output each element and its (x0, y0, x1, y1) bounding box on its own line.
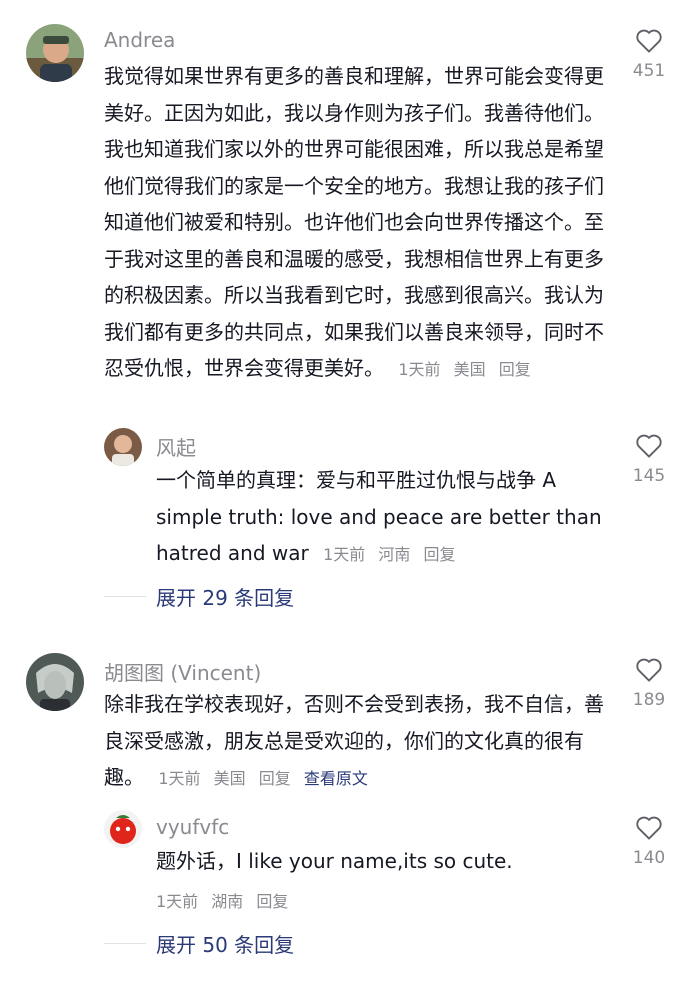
heart-outline-icon[interactable] (614, 28, 684, 53)
like-count: 451 (632, 61, 666, 81)
comment-time: 1天前 (398, 360, 441, 379)
expand-replies-button[interactable]: 展开 50 条回复 (104, 929, 294, 958)
heart-outline-icon[interactable] (614, 815, 684, 840)
comment-meta: 1天前 湖南 回复 (156, 888, 288, 912)
reply-button[interactable]: 回复 (256, 892, 288, 911)
comment-text: 我觉得如果世界有更多的善良和理解，世界可能会变得更美好。正因为如此，我以身作则为… (104, 64, 604, 380)
heart-outline-icon[interactable] (614, 657, 684, 682)
divider-line (104, 596, 146, 597)
expand-replies-button[interactable]: 展开 29 条回复 (104, 582, 294, 611)
like-count: 189 (632, 690, 666, 710)
comment-time: 1天前 (158, 769, 201, 788)
reply-button[interactable]: 回复 (423, 545, 455, 564)
comment-username[interactable]: 风起 (156, 432, 196, 461)
comment-location: 湖南 (211, 892, 244, 911)
comment-time: 1天前 (156, 892, 199, 911)
comment-username[interactable]: 胡图图 (Vincent) (104, 657, 261, 686)
expand-replies-label[interactable]: 展开 50 条回复 (156, 929, 294, 958)
comment-text: 题外话，I like your name,its so cute. (156, 849, 513, 873)
comment-meta: 1天前 美国 回复 (390, 360, 530, 379)
heart-outline-icon[interactable] (614, 433, 684, 458)
like-button[interactable]: 451 (614, 28, 684, 81)
comment-text: 除非我在学校表现好，否则不会受到表扬，我不自信，善良深受感激，朋友总是受欢迎的，… (104, 692, 604, 789)
avatar-vincent[interactable] (26, 653, 84, 711)
comment-text: 一个简单的真理：爱与和平胜过仇恨与战争 A simple truth: love… (156, 468, 602, 565)
avatar-fengqi[interactable] (104, 428, 142, 466)
comment-location: 河南 (378, 545, 411, 564)
reply-button[interactable]: 回复 (499, 360, 531, 379)
comment-location: 美国 (453, 360, 486, 379)
reply-button[interactable]: 回复 (259, 769, 291, 788)
avatar-vyufvfc[interactable] (104, 810, 142, 848)
view-original-button[interactable]: 查看原文 (304, 769, 368, 788)
comment-meta: 1天前 美国 回复 查看原文 (150, 769, 368, 788)
like-button[interactable]: 145 (614, 433, 684, 486)
expand-replies-label[interactable]: 展开 29 条回复 (156, 582, 294, 611)
avatar-andrea[interactable] (26, 24, 84, 82)
like-button[interactable]: 140 (614, 815, 684, 868)
comment-username[interactable]: vyufvfc (156, 815, 229, 839)
comment-username[interactable]: Andrea (104, 28, 175, 52)
like-count: 140 (632, 848, 666, 868)
comment-time: 1天前 (323, 545, 366, 564)
like-button[interactable]: 189 (614, 657, 684, 710)
comment-meta: 1天前 河南 回复 (315, 545, 455, 564)
comment-location: 美国 (213, 769, 246, 788)
divider-line (104, 943, 146, 944)
like-count: 145 (632, 466, 666, 486)
